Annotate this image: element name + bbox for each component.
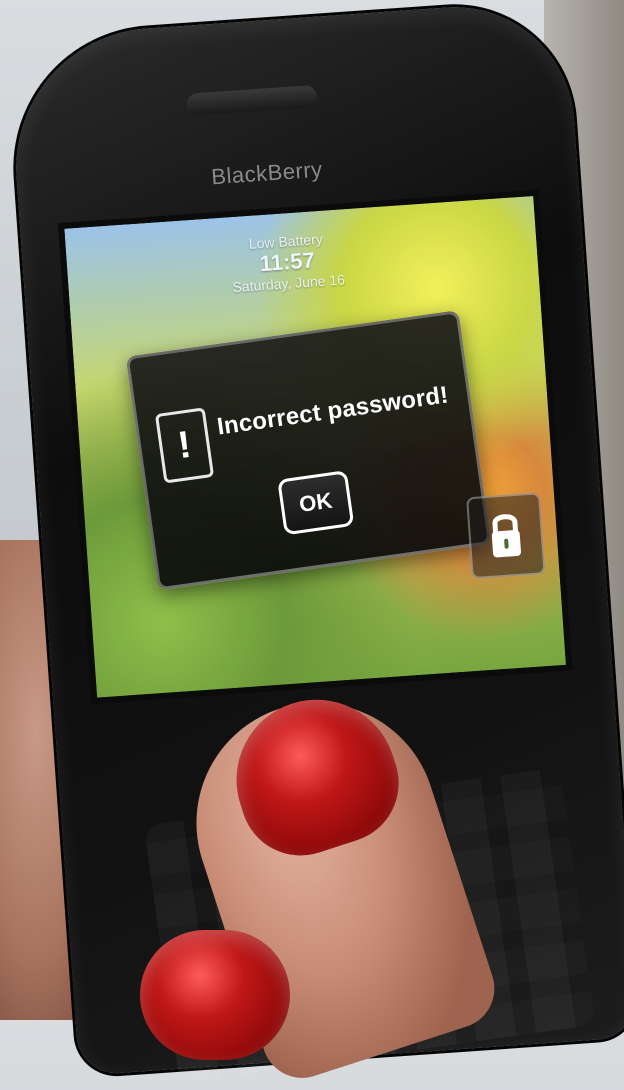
phone-screen: Low Battery 11:57 Saturday, June 16 ! In… — [57, 189, 573, 705]
dialog-message: Incorrect password! — [215, 381, 451, 441]
unlock-button[interactable] — [466, 492, 546, 580]
info-icon-glyph: ! — [175, 423, 194, 467]
device-brand: BlackBerry — [210, 156, 324, 190]
incorrect-password-dialog: ! Incorrect password! OK — [125, 310, 492, 591]
lock-icon — [491, 514, 521, 558]
ok-button[interactable]: OK — [277, 470, 355, 536]
earpiece-speaker — [186, 84, 318, 116]
red-nail-2 — [140, 930, 290, 1060]
info-icon: ! — [154, 407, 215, 484]
lock-screen-header: Low Battery 11:57 Saturday, June 16 — [185, 226, 389, 298]
